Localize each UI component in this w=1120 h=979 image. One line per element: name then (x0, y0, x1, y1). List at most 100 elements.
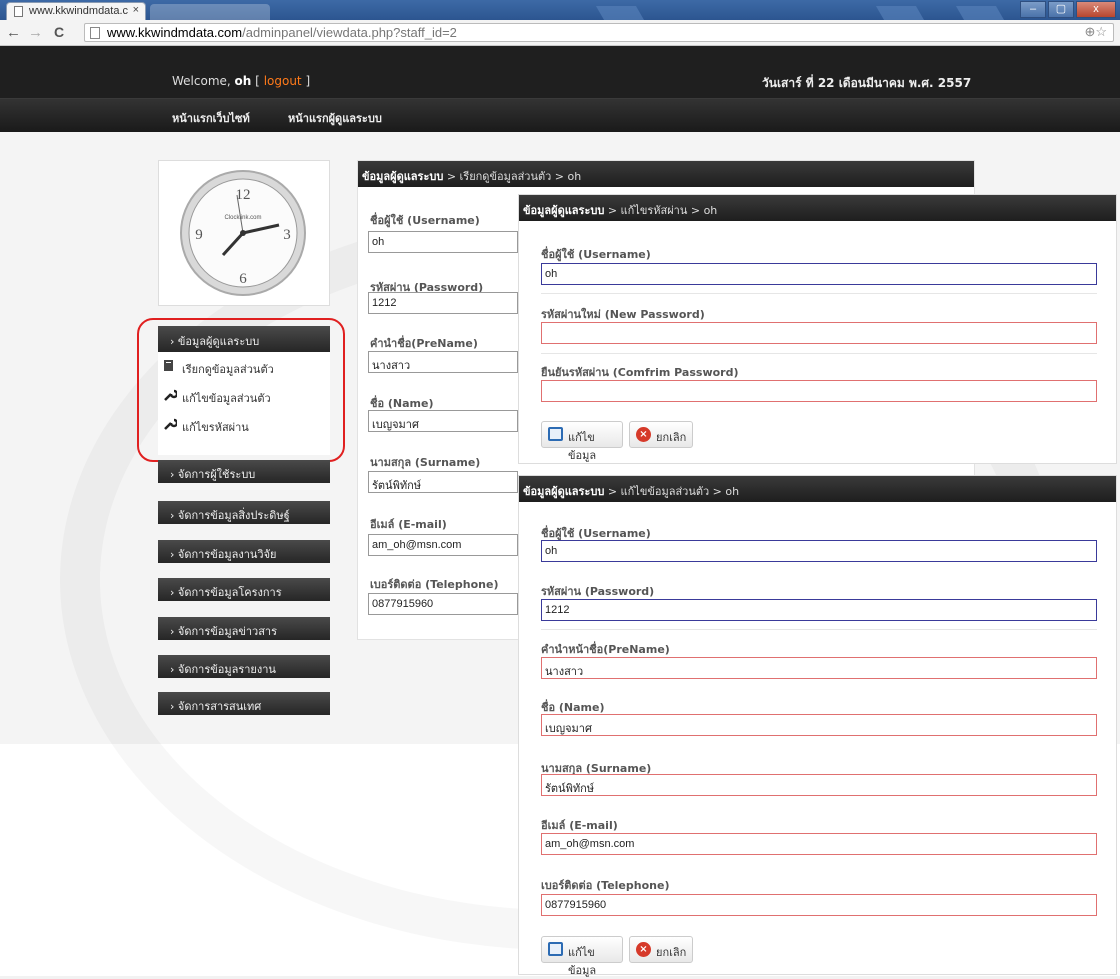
clock-3: 3 (283, 227, 291, 243)
welcome-prefix: Welcome, (172, 74, 231, 88)
sidebar-menu-inventions[interactable]: › จัดการข้อมูลสิ่งประดิษฐ์ (158, 501, 330, 524)
browser-tab[interactable]: www.kkwindmdata.c × (6, 2, 146, 20)
panel-breadcrumb: ข้อมูลผู้ดูแลระบบ > เรียกดูข้อมูลส่วนตัว… (358, 161, 974, 187)
username-input[interactable]: oh (541, 540, 1097, 562)
telephone-value: 0877915960 (368, 593, 518, 615)
username-input[interactable]: oh (541, 263, 1097, 285)
bookmark-star-icon[interactable]: ⊕☆ (1084, 24, 1107, 40)
change-password-panel: ข้อมูลผู้ดูแลระบบ > แก้ไขรหัสผ่าน > oh ช… (518, 194, 1117, 464)
sidebar-menu-research[interactable]: › จัดการข้อมูลงานวิจัย (158, 540, 330, 563)
prename-input[interactable]: นางสาว (541, 657, 1097, 679)
logout-link[interactable]: logout (264, 74, 302, 88)
cancel-label: ยกเลิก (656, 946, 687, 959)
sidebar-menu-information[interactable]: › จัดการสารสนเทศ (158, 692, 330, 715)
page-icon (14, 6, 23, 17)
breadcrumb-path: > เรียกดูข้อมูลส่วนตัว > oh (443, 170, 582, 183)
tab-title: www.kkwindmdata.c (29, 5, 129, 17)
close-tab-icon[interactable]: × (133, 4, 139, 16)
cancel-icon: × (636, 942, 651, 957)
surname-label: นามสกุล (Surname) (370, 456, 481, 469)
divider (541, 629, 1097, 630)
cancel-label: ยกเลิก (656, 431, 687, 444)
sidebar-menu-users[interactable]: › จัดการผู้ใช้ระบบ (158, 460, 330, 483)
prename-label: คำนำหน้าชื่อ(PreName) (541, 643, 670, 656)
name-value: เบญจมาศ (368, 410, 518, 432)
edit-profile-panel: ข้อมูลผู้ดูแลระบบ > แก้ไขข้อมูลส่วนตัว >… (518, 475, 1117, 977)
prename-label: คำนำชื่อ(PreName) (370, 337, 478, 350)
bracket: [ (255, 74, 260, 88)
username-label: ชื่อผู้ใช้ (Username) (370, 214, 480, 227)
divider (541, 353, 1097, 354)
cancel-icon: × (636, 427, 651, 442)
close-window-button[interactable]: x (1076, 1, 1116, 18)
save-button[interactable]: แก้ไขข้อมูล (541, 421, 623, 462)
current-date: วันเสาร์ ที่ 22 เดือนมีนาคม พ.ศ. 2557 (762, 76, 972, 90)
breadcrumb-root[interactable]: ข้อมูลผู้ดูแลระบบ (362, 170, 443, 183)
back-icon[interactable]: ← (6, 24, 21, 41)
password-value: 1212 (368, 292, 518, 314)
bracket: ] (305, 74, 311, 88)
url-input[interactable]: www.kkwindmdata.com/adminpanel/viewdata.… (84, 23, 1114, 42)
panel-breadcrumb: ข้อมูลผู้ดูแลระบบ > แก้ไขรหัสผ่าน > oh (519, 195, 1116, 221)
clock-brand: Clocklink.com (224, 215, 261, 221)
highlight-ring (137, 318, 345, 462)
name-input[interactable]: เบญจมาศ (541, 714, 1097, 736)
new-tab-button[interactable] (150, 4, 270, 20)
telephone-label: เบอร์ติดต่อ (Telephone) (541, 879, 670, 892)
prename-value: นางสาว (368, 351, 518, 373)
welcome-text: Welcome, oh [ logout ] (172, 74, 310, 88)
confirm-password-label: ยืนยันรหัสผ่าน (Comfrim Password) (541, 366, 739, 379)
telephone-input[interactable]: 0877915960 (541, 894, 1097, 916)
username: oh (234, 74, 252, 88)
clock-6: 6 (239, 271, 247, 287)
panel-breadcrumb: ข้อมูลผู้ดูแลระบบ > แก้ไขข้อมูลส่วนตัว >… (519, 476, 1116, 502)
surname-input[interactable]: รัตน์พิทักษ์ (541, 774, 1097, 796)
cancel-button[interactable]: × ยกเลิก (629, 936, 693, 963)
username-value: oh (368, 231, 518, 253)
username-label: ชื่อผู้ใช้ (Username) (541, 248, 651, 261)
password-input[interactable]: 1212 (541, 599, 1097, 621)
cancel-button[interactable]: × ยกเลิก (629, 421, 693, 448)
menu-admin-home[interactable]: หน้าแรกผู้ดูแลระบบ (288, 109, 382, 127)
clock-widget: 12 3 6 9 Clocklink.com (158, 160, 330, 306)
save-icon (548, 427, 563, 441)
site-menu: หน้าแรกเว็บไซท์ หน้าแรกผู้ดูแลระบบ (0, 98, 1120, 132)
save-label: แก้ไขข้อมูล (568, 431, 597, 462)
clock-9: 9 (195, 227, 203, 243)
save-icon (548, 942, 563, 956)
reload-icon[interactable]: C (54, 24, 64, 40)
sidebar-menu-projects[interactable]: › จัดการข้อมูลโครงการ (158, 578, 330, 601)
address-bar: ← → C www.kkwindmdata.com/adminpanel/vie… (0, 20, 1120, 46)
breadcrumb-root[interactable]: ข้อมูลผู้ดูแลระบบ (523, 204, 604, 217)
url-host: www.kkwindmdata.com (107, 25, 243, 40)
save-button[interactable]: แก้ไขข้อมูล (541, 936, 623, 977)
email-input[interactable]: am_oh@msn.com (541, 833, 1097, 855)
save-label: แก้ไขข้อมูล (568, 946, 597, 977)
telephone-label: เบอร์ติดต่อ (Telephone) (370, 578, 499, 591)
password-label: รหัสผ่าน (Password) (541, 585, 655, 598)
window-decoration (595, 6, 645, 20)
email-label: อีเมล์ (E-mail) (370, 518, 447, 531)
confirm-password-input[interactable] (541, 380, 1097, 402)
new-password-input[interactable] (541, 322, 1097, 344)
window-decoration (955, 6, 1005, 20)
maximize-button[interactable]: ▢ (1048, 1, 1074, 18)
menu-website-home[interactable]: หน้าแรกเว็บไซท์ (172, 109, 250, 127)
page-icon (90, 27, 100, 39)
email-label: อีเมล์ (E-mail) (541, 819, 618, 832)
divider (541, 293, 1097, 294)
window-decoration (875, 6, 925, 20)
minimize-button[interactable]: – (1020, 1, 1046, 18)
forward-icon[interactable]: → (28, 24, 43, 41)
breadcrumb-root[interactable]: ข้อมูลผู้ดูแลระบบ (523, 485, 604, 498)
breadcrumb-path: > แก้ไขข้อมูลส่วนตัว > oh (604, 485, 740, 498)
email-value: am_oh@msn.com (368, 534, 518, 556)
site-header: Welcome, oh [ logout ] วันเสาร์ ที่ 22 เ… (0, 46, 1120, 98)
breadcrumb-path: > แก้ไขรหัสผ่าน > oh (604, 204, 718, 217)
surname-value: รัตน์พิทักษ์ (368, 471, 518, 493)
new-password-label: รหัสผ่านใหม่ (New Password) (541, 308, 705, 321)
browser-tab-bar: www.kkwindmdata.c × – ▢ x (0, 0, 1120, 20)
url-path: /adminpanel/viewdata.php?staff_id=2 (242, 25, 457, 40)
sidebar-menu-reports[interactable]: › จัดการข้อมูลรายงาน (158, 655, 330, 678)
sidebar-menu-news[interactable]: › จัดการข้อมูลข่าวสาร (158, 617, 330, 640)
